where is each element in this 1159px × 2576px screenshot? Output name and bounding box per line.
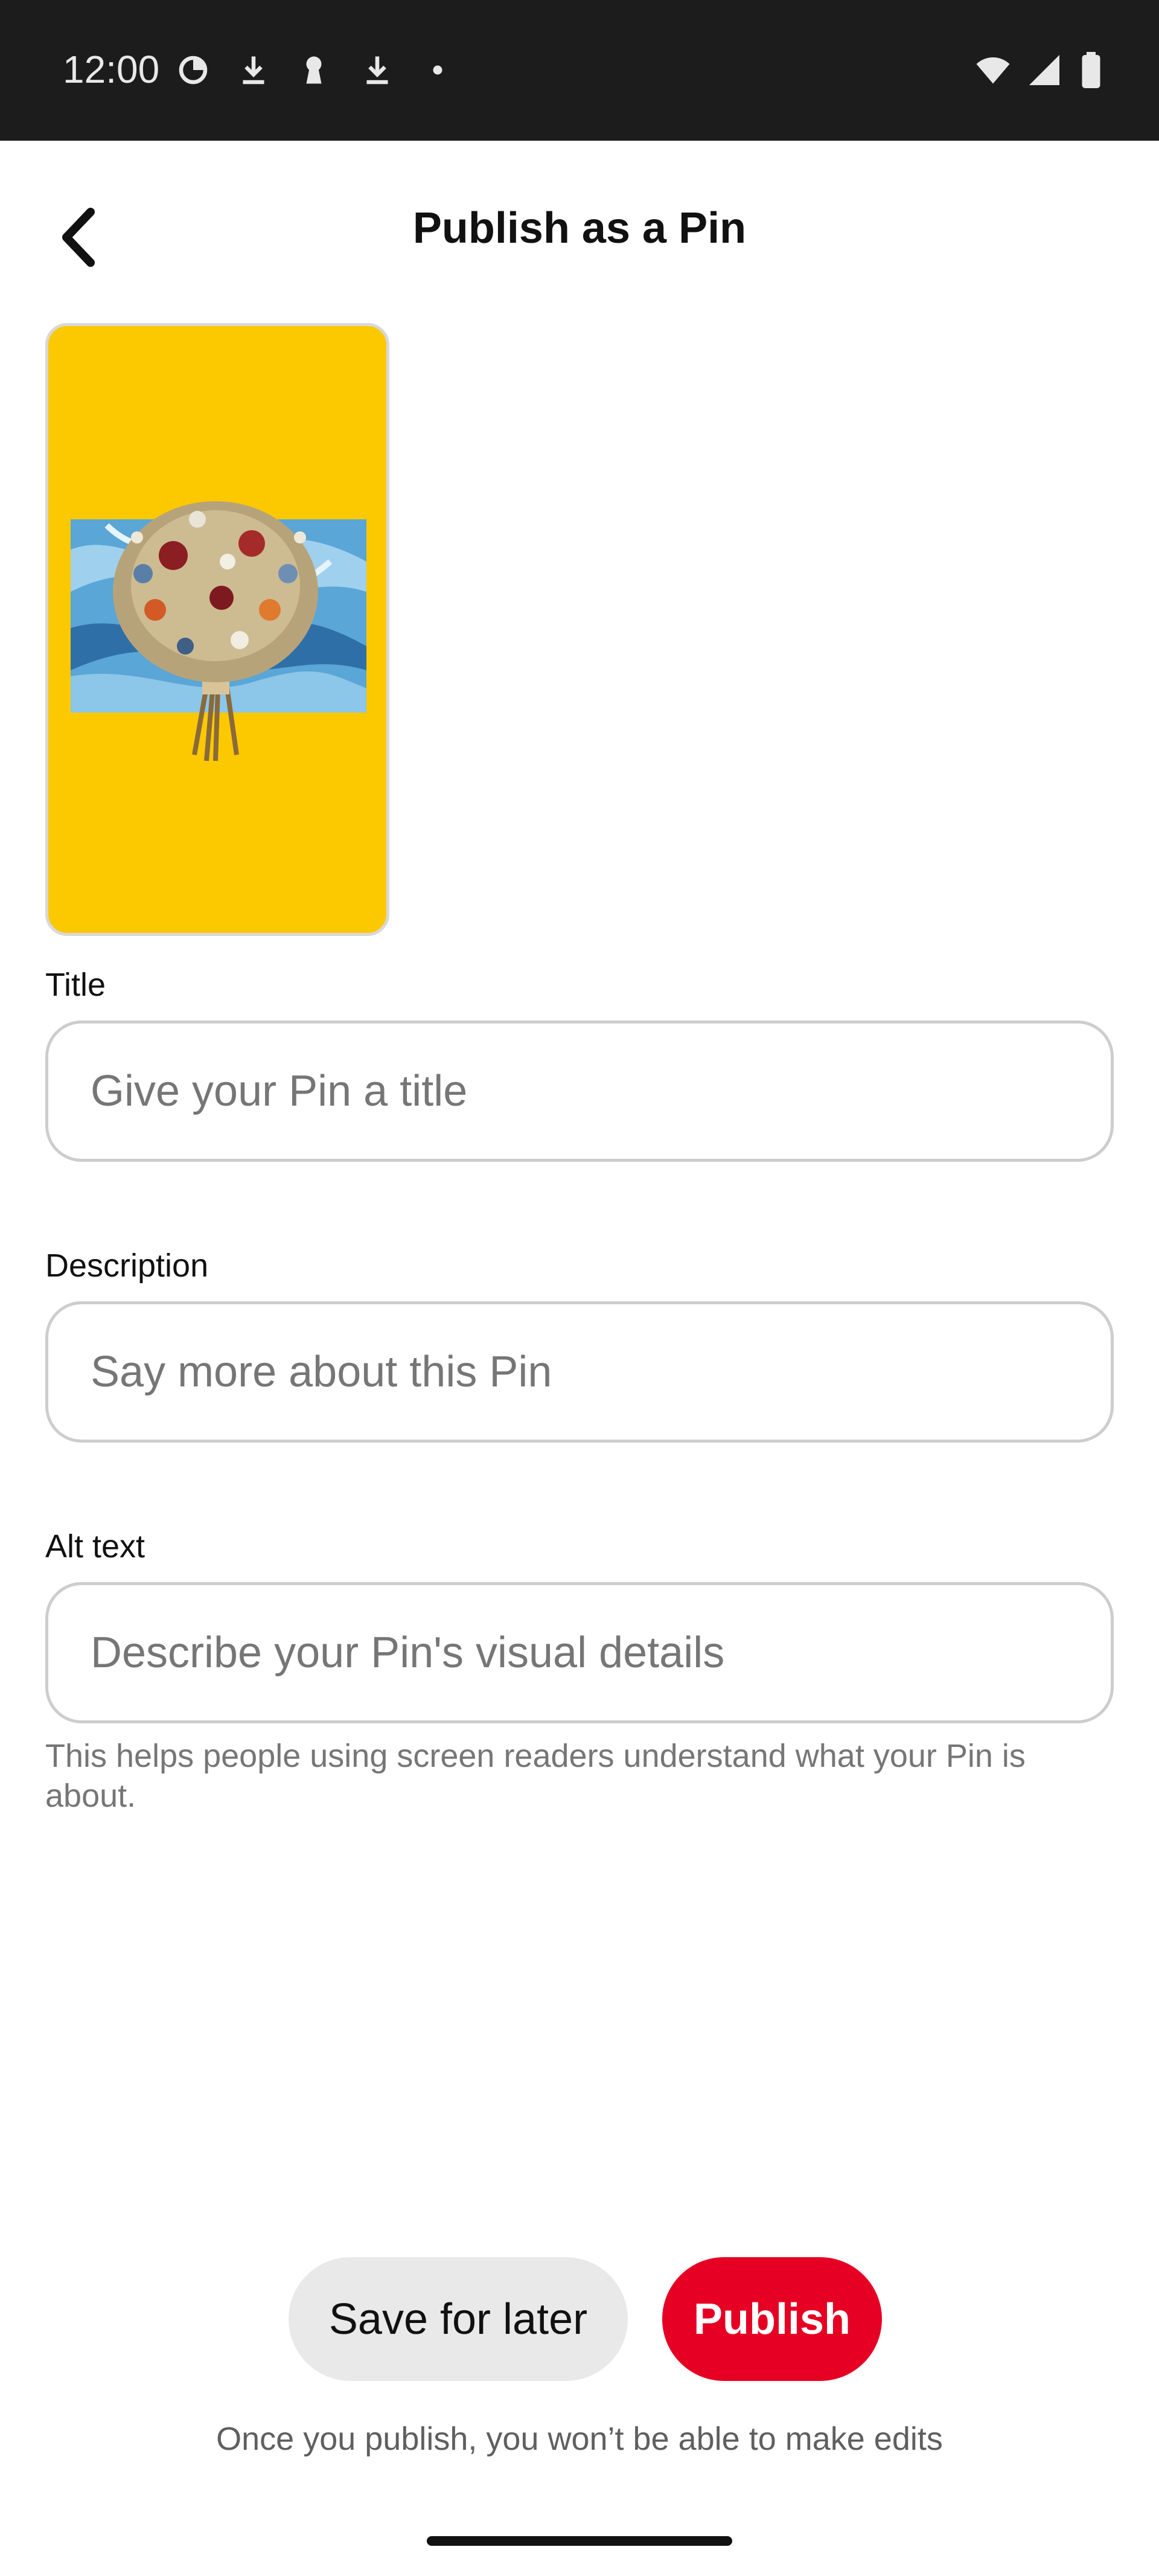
pin-preview[interactable] xyxy=(45,323,389,936)
description-label: Description xyxy=(45,1248,209,1284)
battery-icon xyxy=(1082,52,1100,88)
publish-footnote: Once you publish, you won’t be able to m… xyxy=(216,2421,943,2457)
title-input[interactable] xyxy=(45,1020,1114,1162)
header: Publish as a Pin xyxy=(0,141,1159,322)
download-icon xyxy=(243,56,264,85)
data-saver-icon xyxy=(179,56,208,85)
title-label: Title xyxy=(45,967,106,1003)
wifi-icon xyxy=(976,57,1010,84)
alt-text-helper: This helps people using screen readers u… xyxy=(45,1738,1026,1814)
flower-bouquet-image xyxy=(71,501,366,761)
page-title: Publish as a Pin xyxy=(412,204,747,252)
status-icons-right xyxy=(972,52,1123,88)
keyhole-icon xyxy=(306,56,322,84)
publish-button[interactable]: Publish xyxy=(662,2257,882,2381)
home-indicator[interactable] xyxy=(427,2536,732,2546)
save-for-later-button[interactable]: Save for later xyxy=(289,2257,628,2381)
alt-text-label: Alt text xyxy=(45,1528,145,1565)
status-bar: 12:00 xyxy=(0,0,1159,141)
status-time: 12:00 xyxy=(63,48,160,91)
alt-text-input[interactable] xyxy=(45,1582,1114,1723)
dot-icon xyxy=(433,65,442,75)
publish-pin-screen: 12:00 Publish as a Pin Title Give your P… xyxy=(0,0,1159,2576)
description-input[interactable] xyxy=(45,1301,1114,1443)
download-icon xyxy=(366,56,388,85)
cellular-signal-icon xyxy=(1029,55,1059,85)
